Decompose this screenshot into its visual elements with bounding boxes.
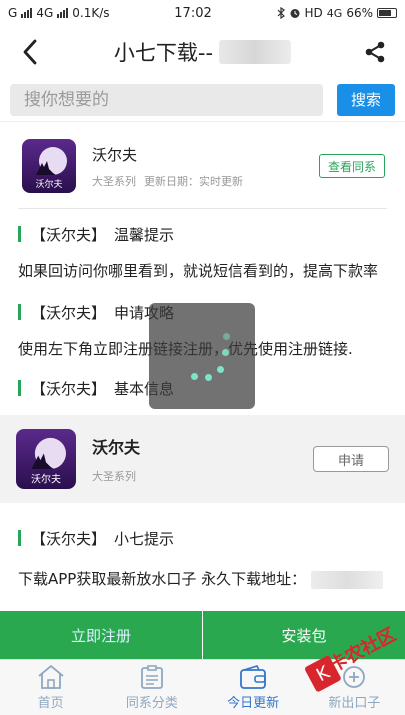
section-accent-bar [18, 380, 21, 396]
share-button[interactable] [357, 34, 393, 70]
alarm-icon [290, 9, 300, 18]
status-bar: G 4G 0.1K/s 17:02 HD 4G 66% [0, 0, 405, 26]
section-accent-bar [18, 304, 21, 320]
section-bracket: 【沃尔夫】 [31, 529, 107, 548]
address-redaction [310, 570, 383, 589]
section-accent-bar [18, 530, 21, 546]
tab-label: 今日更新 [227, 696, 280, 711]
update-date: 更新日期：实时更新 [144, 174, 243, 188]
hint-text: 下载APP获取最新放水口子 永久下载地址： [18, 570, 307, 588]
svg-text:沃尔夫: 沃尔夫 [31, 472, 61, 485]
section-accent-bar [18, 226, 21, 242]
wallet-icon [240, 665, 267, 689]
clipboard-icon [140, 665, 163, 689]
share-icon [365, 41, 385, 63]
tab-label: 首页 [37, 696, 64, 711]
bluetooth-icon [277, 7, 285, 19]
hint-line: 下载APP获取最新放水口子 永久下载地址： [0, 559, 405, 591]
app-series: 大圣系列 [92, 174, 136, 188]
section-bracket: 【沃尔夫】 [31, 379, 107, 398]
tab-label: 同系分类 [125, 696, 178, 711]
signal-icon-2 [57, 8, 69, 18]
svg-text:沃尔夫: 沃尔夫 [35, 178, 62, 190]
section-header-tips: 【沃尔夫】 温馨提示 [0, 213, 405, 255]
tab-series[interactable]: 同系分类 [101, 660, 202, 715]
search-bar: 搜索 [0, 78, 405, 122]
title-redaction [219, 40, 292, 64]
signal-icon [21, 8, 33, 18]
app-name: 沃尔夫 [92, 145, 138, 164]
search-input[interactable] [10, 83, 323, 116]
app-series-large-wrap: 大圣系列 [92, 468, 313, 484]
app-basic-card: 沃尔夫 沃尔夫 大圣系列 申请 [0, 415, 405, 503]
app-series-large: 大圣系列 [92, 470, 136, 483]
app-info-large: 沃尔夫 大圣系列 [92, 434, 313, 484]
carrier-label: G [8, 6, 18, 20]
clock: 17:02 [174, 5, 212, 21]
app-icon-large[interactable]: 沃尔夫 [16, 429, 76, 489]
app-header-card: 沃尔夫 沃尔夫 大圣系列 更新日期：实时更新 查看同系 [0, 122, 405, 208]
back-button[interactable] [12, 34, 48, 70]
hd-label: HD [304, 6, 323, 20]
app-icon[interactable]: 沃尔夫 [22, 139, 76, 193]
app-info: 沃尔夫 大圣系列 更新日期：实时更新 [92, 144, 319, 189]
back-arrow-icon [23, 39, 37, 65]
section-title: 小七提示 [114, 529, 175, 548]
register-button[interactable]: 立即注册 [0, 611, 202, 659]
watermark: K 卡农社区 [300, 616, 404, 696]
loading-spinner [149, 303, 255, 409]
section-bracket: 【沃尔夫】 [31, 303, 107, 322]
section-header-hint: 【沃尔夫】 小七提示 [0, 517, 405, 559]
tab-today[interactable]: 今日更新 [203, 660, 304, 715]
divider [18, 208, 387, 209]
network-label: 4G [36, 6, 54, 20]
wolf-moon-logo-large: 沃尔夫 [16, 429, 76, 489]
apply-button[interactable]: 申请 [313, 446, 389, 472]
battery-icon [377, 8, 397, 18]
network-label-right: 4G [326, 6, 343, 20]
battery-percent: 66% [346, 6, 373, 20]
app-meta: 大圣系列 更新日期：实时更新 [92, 173, 319, 189]
search-button[interactable]: 搜索 [337, 83, 395, 116]
page-title: 小七下载-- [48, 37, 357, 67]
network-speed: 0.1K/s [72, 6, 110, 20]
wolf-moon-logo: 沃尔夫 [22, 139, 76, 193]
section-title: 温馨提示 [114, 225, 175, 244]
page-title-text: 小七下载-- [113, 41, 214, 65]
home-icon [38, 664, 64, 689]
view-series-button[interactable]: 查看同系 [319, 154, 385, 178]
app-name-large: 沃尔夫 [92, 438, 141, 457]
nav-bar: 小七下载-- [0, 26, 405, 78]
tab-home[interactable]: 首页 [0, 660, 101, 715]
tips-text: 如果回访问你哪里看到，就说短信看到的，提高下款率 [18, 262, 379, 280]
section-bracket: 【沃尔夫】 [31, 225, 107, 244]
